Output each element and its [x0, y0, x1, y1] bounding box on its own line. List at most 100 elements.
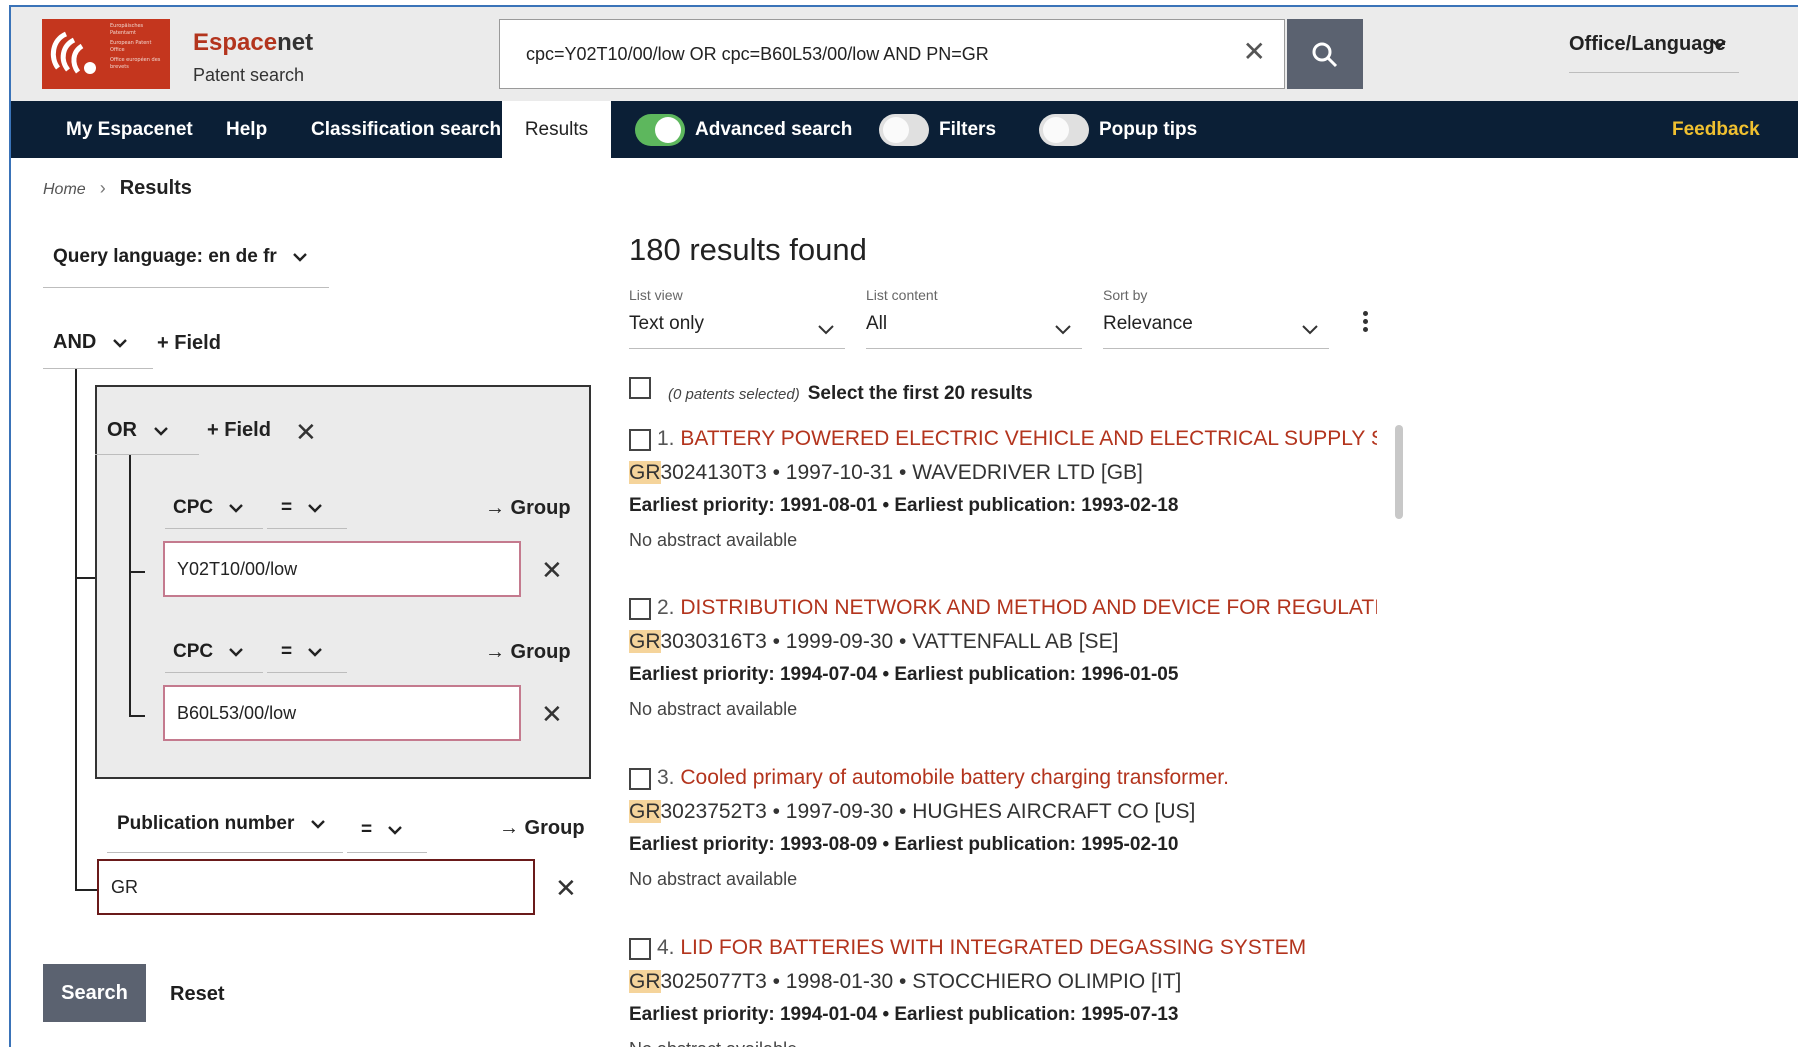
- remove-clause-icon[interactable]: ✕: [541, 701, 563, 727]
- group-clause-button[interactable]: → Group: [499, 817, 585, 840]
- selected-count: (0 patents selected): [668, 386, 800, 403]
- sort-by-label: Sort by: [1103, 287, 1148, 303]
- result-abstract: No abstract available: [629, 530, 798, 550]
- office-language-select[interactable]: Office/Language: [1569, 33, 1739, 73]
- logo-emblem-icon: [50, 31, 96, 74]
- result-title[interactable]: 1. BATTERY POWERED ELECTRIC VEHICLE AND …: [657, 427, 1377, 451]
- nav-classification-search[interactable]: Classification search: [311, 101, 501, 158]
- feedback-link[interactable]: Feedback: [1672, 101, 1760, 158]
- nav-results[interactable]: Results: [502, 101, 611, 158]
- result-checkbox[interactable]: [629, 768, 651, 790]
- app-window: Europäisches Patentamt European Patent O…: [9, 5, 1798, 1047]
- list-view-label: List view: [629, 287, 683, 303]
- list-content-select[interactable]: List content All: [866, 287, 1082, 349]
- op-label: =: [281, 497, 293, 518]
- publication-value-input[interactable]: GR: [97, 859, 535, 915]
- selection-info: (0 patents selected) Select the first 20 …: [668, 383, 1033, 405]
- result-title[interactable]: 2. DISTRIBUTION NETWORK AND METHOD AND D…: [657, 596, 1377, 620]
- chevron-down-icon: [818, 325, 834, 335]
- remove-group-icon[interactable]: ✕: [295, 419, 317, 445]
- search-query-text: cpc=Y02T10/00/low OR cpc=B60L53/00/low A…: [526, 44, 989, 64]
- chevron-down-icon: [293, 253, 307, 262]
- clause-field-select[interactable]: CPC: [165, 635, 263, 673]
- result-priority: Earliest priority: 1993-08-09 • Earliest…: [629, 834, 1179, 855]
- results-scrollbar[interactable]: [1395, 425, 1403, 519]
- breadcrumb-home[interactable]: Home: [43, 181, 86, 198]
- result-meta: GR3025077T3 • 1998-01-30 • STOCCHIERO OL…: [629, 970, 1182, 993]
- field-label: CPC: [173, 497, 214, 518]
- list-view-value: Text only: [629, 313, 704, 334]
- result-checkbox[interactable]: [629, 938, 651, 960]
- list-content-label: List content: [866, 287, 938, 303]
- toggle-knob: [883, 117, 909, 143]
- sort-by-select[interactable]: Sort by Relevance: [1103, 287, 1329, 349]
- group-clause-button[interactable]: → Group: [485, 641, 571, 664]
- list-content-value: All: [866, 313, 888, 334]
- tree-connector: [129, 455, 131, 717]
- epo-logo[interactable]: Europäisches Patentamt European Patent O…: [42, 19, 170, 89]
- result-checkbox[interactable]: [629, 429, 651, 451]
- result-abstract: No abstract available: [629, 869, 798, 889]
- clause-value-input[interactable]: B60L53/00/low: [163, 685, 521, 741]
- chevron-down-icon: [388, 826, 403, 835]
- advanced-search-toggle[interactable]: [635, 114, 685, 146]
- remove-clause-icon[interactable]: ✕: [555, 875, 577, 901]
- search-button[interactable]: [1287, 19, 1363, 89]
- clause-operator-select[interactable]: =: [267, 491, 347, 529]
- result-priority: Earliest priority: 1994-07-04 • Earliest…: [629, 664, 1179, 685]
- chevron-down-icon: [153, 426, 168, 436]
- result-priority: Earliest priority: 1991-08-01 • Earliest…: [629, 495, 1179, 516]
- group-clause-button[interactable]: → Group: [485, 497, 571, 520]
- search-submit-button[interactable]: Search: [43, 964, 146, 1022]
- sort-by-value: Relevance: [1103, 313, 1193, 334]
- more-options-kebab-icon[interactable]: [1363, 311, 1369, 335]
- group-add-field-button[interactable]: + Field: [207, 419, 271, 442]
- result-priority: Earliest priority: 1994-01-04 • Earliest…: [629, 1004, 1179, 1025]
- result-meta: GR3023752T3 • 1997-09-30 • HUGHES AIRCRA…: [629, 800, 1196, 823]
- popup-tips-label[interactable]: Popup tips: [1099, 101, 1197, 158]
- chevron-down-icon: [229, 504, 244, 513]
- chevron-down-icon: [310, 820, 325, 829]
- chevron-down-icon: [1302, 325, 1318, 335]
- publication-operator-select[interactable]: =: [347, 807, 427, 853]
- clause-field-select[interactable]: CPC: [165, 491, 263, 529]
- group-operator-select[interactable]: OR: [95, 389, 199, 455]
- filters-label[interactable]: Filters: [939, 101, 996, 158]
- select-first-20-link[interactable]: Select the first 20 results: [808, 383, 1033, 404]
- nav-my-espacenet[interactable]: My Espacenet: [66, 101, 193, 158]
- result-meta: GR3030316T3 • 1999-09-30 • VATTENFALL AB…: [629, 630, 1119, 653]
- chevron-down-icon: [308, 648, 323, 657]
- query-language-label: Query language: en de fr: [53, 246, 277, 267]
- remove-clause-icon[interactable]: ✕: [541, 557, 563, 583]
- result-title[interactable]: 3. Cooled primary of automobile battery …: [657, 766, 1377, 790]
- field-label: Publication number: [117, 813, 295, 834]
- popup-tips-toggle[interactable]: [1039, 114, 1089, 146]
- reset-button[interactable]: Reset: [170, 983, 224, 1006]
- brand-name[interactable]: Espacenet: [193, 29, 313, 57]
- add-field-button[interactable]: + Field: [157, 332, 221, 355]
- clear-icon[interactable]: ✕: [1243, 38, 1266, 66]
- header: Europäisches Patentamt European Patent O…: [11, 7, 1798, 101]
- chevron-down-icon: [113, 338, 127, 348]
- search-icon: [1312, 42, 1338, 68]
- select-all-checkbox[interactable]: [629, 377, 651, 399]
- filters-toggle[interactable]: [879, 114, 929, 146]
- chevron-down-icon: [1055, 325, 1071, 335]
- tree-connector: [75, 889, 97, 891]
- chevron-down-icon: [1712, 40, 1726, 49]
- list-view-select[interactable]: List view Text only: [629, 287, 845, 349]
- field-label: CPC: [173, 641, 214, 662]
- office-language-label: Office/Language: [1569, 33, 1726, 55]
- result-meta: GR3024130T3 • 1997-10-31 • WAVEDRIVER LT…: [629, 461, 1143, 484]
- result-checkbox[interactable]: [629, 598, 651, 620]
- publication-field-select[interactable]: Publication number: [107, 799, 343, 853]
- clause-operator-select[interactable]: =: [267, 635, 347, 673]
- result-title[interactable]: 4. LID FOR BATTERIES WITH INTEGRATED DEG…: [657, 936, 1377, 960]
- search-input[interactable]: cpc=Y02T10/00/low OR cpc=B60L53/00/low A…: [499, 19, 1285, 89]
- operator-label: AND: [53, 331, 97, 353]
- advanced-search-label[interactable]: Advanced search: [695, 101, 852, 158]
- query-language-select[interactable]: Query language: en de fr: [43, 232, 329, 288]
- clause-value-input[interactable]: Y02T10/00/low: [163, 541, 521, 597]
- top-operator-select[interactable]: AND: [43, 315, 153, 369]
- nav-help[interactable]: Help: [226, 101, 267, 158]
